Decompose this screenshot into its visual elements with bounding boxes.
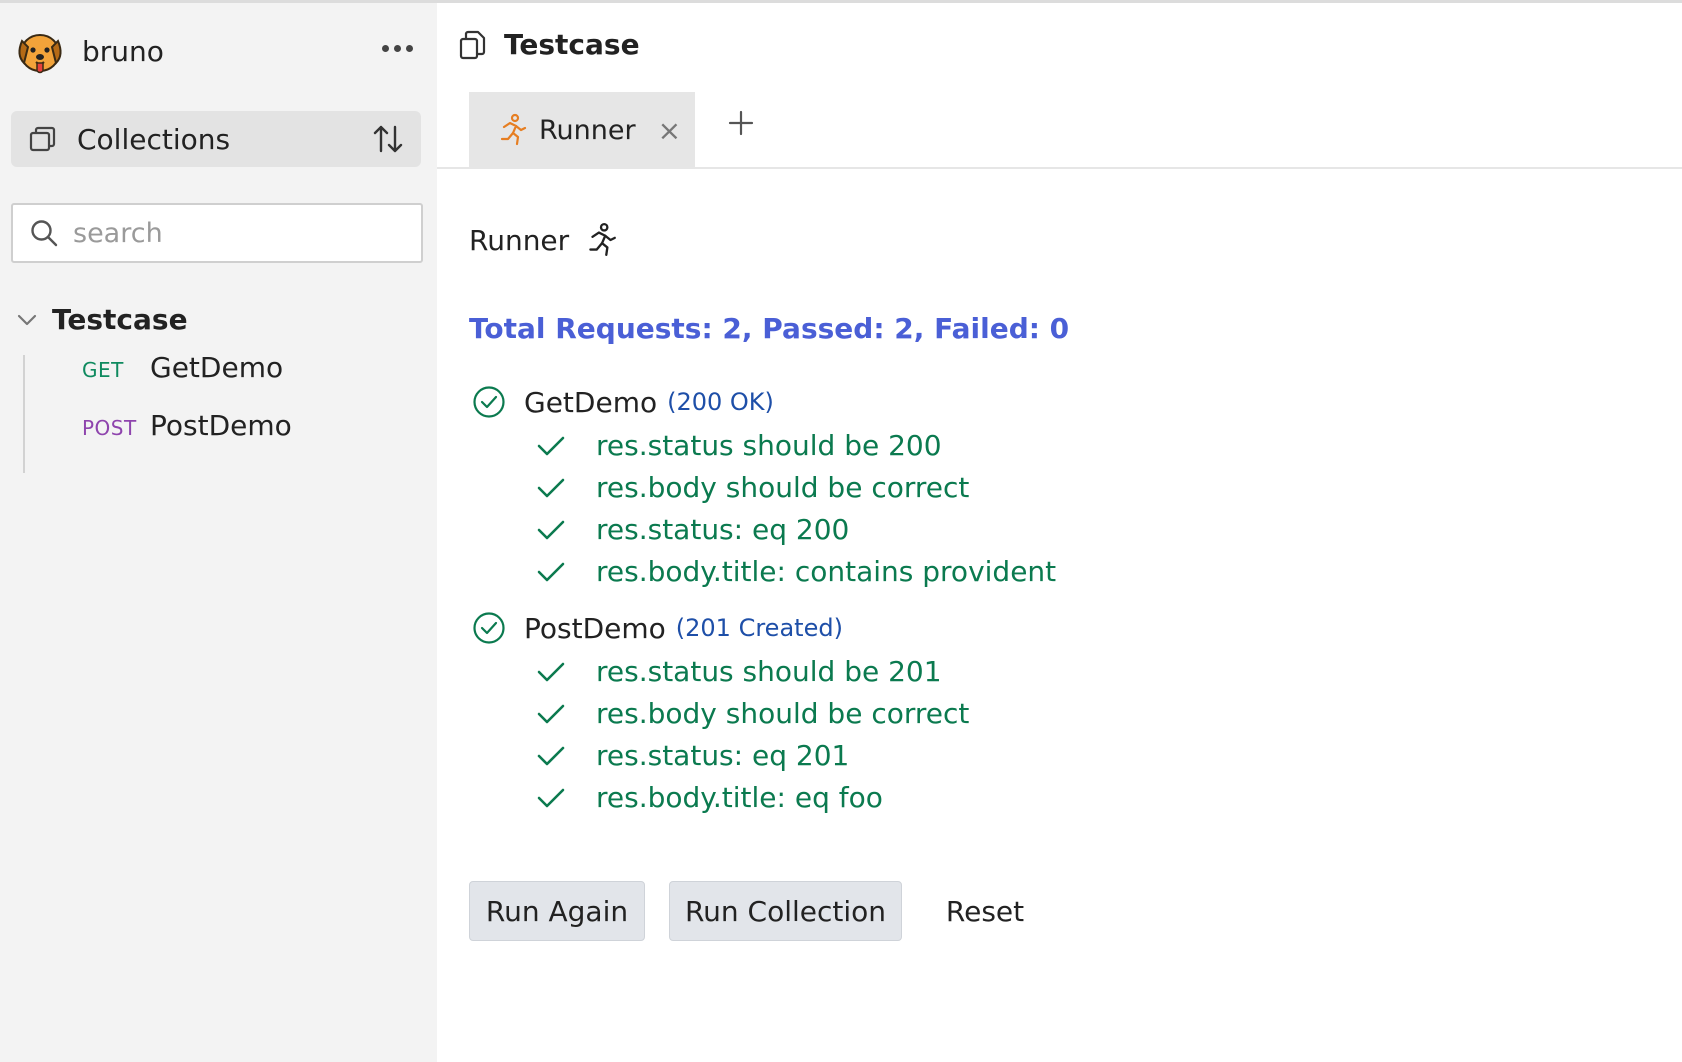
assertion-text: res.status should be 201 <box>596 655 942 688</box>
app-name: bruno <box>82 34 164 68</box>
collections-label: Collections <box>77 122 231 156</box>
reset-button[interactable]: Reset <box>930 881 1040 941</box>
request-item-postdemo[interactable]: POST PostDemo <box>82 409 292 442</box>
collection-testcase[interactable]: Testcase <box>14 303 188 336</box>
request-result-getdemo: GetDemo (200 OK) <box>472 385 774 419</box>
request-result-postdemo: PostDemo (201 Created) <box>472 611 843 645</box>
search-field <box>11 203 423 263</box>
check-icon <box>537 746 565 765</box>
check-icon <box>537 562 565 581</box>
assertion-item: res.body should be correct <box>536 697 969 730</box>
check-icon <box>537 520 565 539</box>
tab-runner[interactable]: Runner × <box>469 92 695 168</box>
dog-logo-icon <box>18 34 62 74</box>
assertion-text: res.body.title: contains provident <box>596 555 1057 588</box>
result-status: (201 Created) <box>675 614 843 642</box>
check-circle-icon <box>473 612 505 644</box>
tree-guide-line <box>23 355 25 473</box>
result-request-name: GetDemo <box>524 385 658 419</box>
runner-icon <box>500 113 527 146</box>
assertion-text: res.body should be correct <box>596 697 970 730</box>
runner-icon <box>589 222 617 256</box>
more-options-button[interactable] <box>380 39 415 58</box>
request-name: PostDemo <box>150 409 292 442</box>
check-icon <box>537 436 565 455</box>
check-icon <box>537 662 565 681</box>
run-summary: Total Requests: 2, Passed: 2, Failed: 0 <box>469 312 1070 345</box>
sort-icon[interactable] <box>371 123 405 155</box>
collection-icon <box>459 30 486 59</box>
runner-title: Runner <box>469 223 570 257</box>
search-icon <box>31 220 58 247</box>
check-icon <box>537 788 565 807</box>
assertion-text: res.body.title: eq foo <box>596 781 883 814</box>
page-title: Testcase <box>504 28 640 61</box>
check-icon <box>537 478 565 497</box>
result-status: (200 OK) <box>667 388 774 416</box>
runner-heading: Runner <box>469 222 617 258</box>
assertion-item: res.body should be correct <box>536 471 969 504</box>
sidebar: bruno Collections Testcase GET GetDemo <box>0 3 437 1062</box>
assertion-item: res.body.title: contains provident <box>536 555 1056 588</box>
request-method: GET <box>82 358 124 382</box>
collections-header[interactable]: Collections <box>11 111 421 167</box>
dot-icon <box>394 45 401 52</box>
assertion-item: res.body.title: eq foo <box>536 781 883 814</box>
search-input[interactable] <box>71 216 395 250</box>
run-collection-button[interactable]: Run Collection <box>669 881 902 941</box>
assertion-item: res.status: eq 200 <box>536 513 849 546</box>
request-method: POST <box>82 416 137 440</box>
check-circle-icon <box>473 386 505 418</box>
plus-icon[interactable] <box>726 108 756 138</box>
assertion-text: res.status should be 200 <box>596 429 942 462</box>
brand: bruno <box>14 25 164 77</box>
dot-icon <box>382 45 389 52</box>
result-request-name: PostDemo <box>524 611 666 645</box>
tab-label: Runner <box>539 114 636 146</box>
check-icon <box>537 704 565 723</box>
collection-title: Testcase <box>458 28 640 61</box>
assertion-item: res.status: eq 201 <box>536 739 849 772</box>
run-again-button[interactable]: Run Again <box>469 881 645 941</box>
collection-name: Testcase <box>52 303 188 336</box>
request-item-getdemo[interactable]: GET GetDemo <box>82 351 283 384</box>
chevron-down-icon <box>17 314 37 325</box>
assertion-text: res.status: eq 201 <box>596 739 850 772</box>
dot-icon <box>406 45 413 52</box>
collections-icon <box>29 126 56 152</box>
close-icon[interactable]: × <box>658 114 681 147</box>
request-name: GetDemo <box>150 351 284 384</box>
assertion-item: res.status should be 201 <box>536 655 942 688</box>
assertion-text: res.status: eq 200 <box>596 513 850 546</box>
assertion-item: res.status should be 200 <box>536 429 942 462</box>
assertion-text: res.body should be correct <box>596 471 970 504</box>
